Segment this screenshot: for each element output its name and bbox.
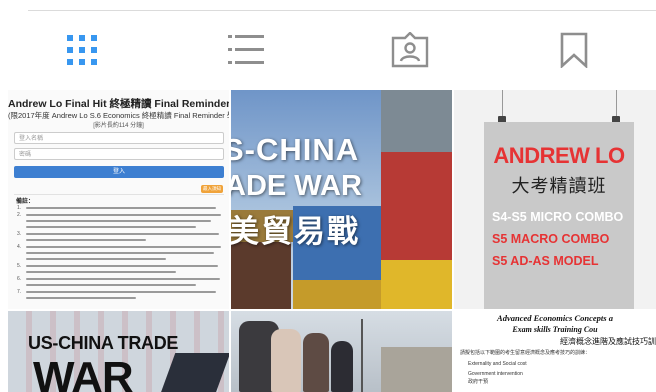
person-figure [303, 333, 329, 392]
login-field: 登入名稱 [14, 132, 224, 144]
building [381, 347, 452, 392]
note-line [26, 271, 176, 273]
note-line [26, 278, 220, 280]
note-number: 7. [17, 289, 22, 295]
note-number: 1. [17, 205, 22, 211]
note-line [26, 226, 196, 228]
doc-item: Government intervention [468, 371, 523, 377]
note-line [26, 207, 216, 209]
post-title: Andrew Lo Final Hit 終極精讀 Final Reminder [8, 98, 229, 110]
note-line [26, 284, 196, 286]
poster-line-1: S4-S5 MICRO COMBO [492, 210, 624, 224]
tab-saved[interactable] [492, 12, 656, 88]
grid-icon [67, 35, 97, 65]
note-number: 3. [17, 231, 22, 237]
top-divider [28, 10, 656, 11]
tagged-user-icon [391, 32, 429, 68]
poster-line-3: S5 AD-AS MODEL [492, 254, 599, 268]
note-number: 5. [17, 263, 22, 269]
poster-name: ANDREW LO [493, 143, 625, 168]
notes-heading: 備註： [16, 199, 35, 205]
container-stack [293, 280, 383, 309]
password-field: 密碼 [14, 148, 224, 160]
post-thumbnail-trade-war-2[interactable]: US-CHINA TRADE WAR [8, 311, 229, 392]
profile-tab-bar [0, 12, 656, 88]
note-line [26, 258, 166, 260]
headline-line-2: WAR [33, 353, 134, 392]
post-thumbnail-trade-war[interactable]: S-CHINA ADE WAR 美貿易戰 [231, 90, 452, 309]
poster-course: 大考精讀班 [511, 176, 607, 196]
poster-line-2: S5 MACRO COMBO [492, 232, 610, 246]
note-number: 6. [17, 276, 22, 282]
divider [14, 194, 224, 195]
list-icon [228, 35, 264, 64]
doc-title-1: Advanced Economics Concepts a [497, 313, 613, 323]
headline-line-2: ADE WAR [231, 170, 362, 202]
person-figure [331, 341, 353, 392]
note-line [26, 214, 221, 216]
tab-grid[interactable] [0, 12, 164, 88]
note-number: 4. [17, 244, 22, 250]
post-duration: [影片長約114 分鐘] [93, 123, 144, 129]
login-button: 登入 [14, 166, 224, 178]
note-line [26, 233, 219, 235]
doc-item: 政府干預 [468, 379, 489, 385]
post-thumbnail-final-hit[interactable]: Andrew Lo Final Hit 終極精讀 Final Reminder … [8, 90, 229, 309]
container-stack [381, 260, 452, 309]
posts-grid: Andrew Lo Final Hit 終極精讀 Final Reminder … [8, 90, 656, 392]
poster: ANDREW LO 大考精讀班 S4-S5 MICRO COMBO S5 MAC… [484, 122, 634, 309]
note-line [26, 291, 216, 293]
post-thumbnail-street-photo[interactable] [231, 311, 452, 392]
post-thumbnail-andrew-lo-course[interactable]: ANDREW LO 大考精讀班 S4-S5 MICRO COMBO S5 MAC… [454, 90, 656, 309]
note-line [26, 220, 211, 222]
note-number: 2. [17, 212, 22, 218]
doc-title-2: Exam skills Training Cou [512, 325, 598, 334]
headline-line-3: 美貿易戰 [231, 214, 360, 249]
lamp-post [361, 319, 363, 392]
note-line [26, 265, 218, 267]
note-line [26, 252, 214, 254]
tab-tagged[interactable] [328, 12, 492, 88]
tab-feed[interactable] [164, 12, 328, 88]
bookmark-icon [560, 32, 588, 68]
note-line [26, 246, 221, 248]
notice-badge: 最入須知 [201, 185, 223, 193]
headline-line-1: S-CHINA [231, 132, 360, 167]
doc-item: Externality and Social cost [468, 361, 527, 367]
doc-title-3: 經濟概念進階及應試技巧訓 [560, 337, 656, 346]
person-figure [271, 329, 301, 392]
doc-intro: 請擬包括以下範圍的考生留意經濟概念及應考技巧的訓練： [460, 350, 591, 356]
note-line [26, 239, 146, 241]
headline-line-1: US-CHINA TRADE [28, 333, 179, 353]
note-line [26, 297, 136, 299]
post-thumbnail-advanced-economics[interactable]: Advanced Economics Concepts a Exam skill… [454, 311, 656, 392]
